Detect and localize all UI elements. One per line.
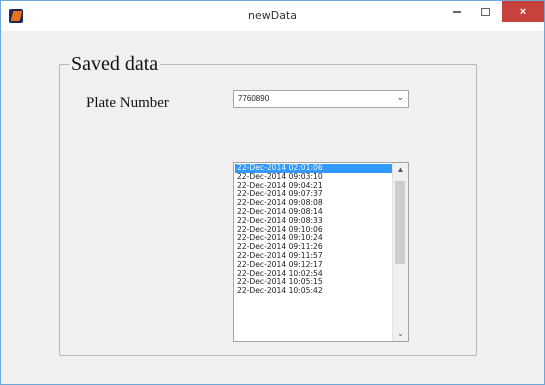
vertical-scrollbar[interactable]: ▲ ⌄	[392, 163, 408, 341]
scroll-thumb[interactable]	[395, 181, 405, 264]
list-item[interactable]: 22-Dec-2014 09:11:57	[235, 252, 393, 261]
title-bar[interactable]: newData ×	[1, 1, 544, 31]
list-item[interactable]: 22-Dec-2014 09:08:08	[235, 199, 393, 208]
plate-number-label: Plate Number	[86, 95, 169, 111]
list-item[interactable]: 22-Dec-2014 10:05:15	[235, 278, 393, 287]
panel-title: Saved data	[69, 53, 161, 76]
list-item[interactable]: 22-Dec-2014 09:12:17	[235, 261, 393, 270]
list-item[interactable]: 22-Dec-2014 09:03:10	[235, 173, 393, 182]
app-window: newData × Saved data Plate Number 776089…	[0, 0, 545, 385]
list-item[interactable]: 22-Dec-2014 09:11:26	[235, 243, 393, 252]
maximize-button[interactable]	[471, 1, 499, 22]
list-item[interactable]: 22-Dec-2014 02:01:06	[235, 164, 393, 173]
list-item[interactable]: 22-Dec-2014 10:05:42	[235, 287, 393, 296]
chevron-down-icon: ⌄	[396, 92, 404, 102]
list-item[interactable]: 22-Dec-2014 09:10:24	[235, 234, 393, 243]
maximize-icon	[480, 7, 490, 16]
close-icon: ×	[519, 5, 527, 18]
plate-number-dropdown[interactable]: 7760890 ⌄	[233, 90, 409, 108]
minimize-icon	[453, 10, 461, 13]
scroll-down-icon[interactable]: ⌄	[393, 327, 408, 341]
minimize-button[interactable]	[443, 1, 471, 22]
list-item[interactable]: 22-Dec-2014 10:02:54	[235, 270, 393, 279]
plate-number-value: 7760890	[238, 94, 270, 103]
list-item[interactable]: 22-Dec-2014 09:08:33	[235, 217, 393, 226]
list-items: 22-Dec-2014 02:01:06 22-Dec-2014 09:03:10…	[235, 164, 393, 296]
close-button[interactable]: ×	[502, 1, 544, 22]
scroll-up-icon[interactable]: ▲	[393, 163, 408, 177]
list-item[interactable]: 22-Dec-2014 09:10:06	[235, 226, 393, 235]
list-item[interactable]: 22-Dec-2014 09:04:21	[235, 182, 393, 191]
list-item[interactable]: 22-Dec-2014 09:08:14	[235, 208, 393, 217]
list-item[interactable]: 22-Dec-2014 09:07:37	[235, 190, 393, 199]
saved-records-list[interactable]: 22-Dec-2014 02:01:06 22-Dec-2014 09:03:10…	[233, 162, 409, 342]
